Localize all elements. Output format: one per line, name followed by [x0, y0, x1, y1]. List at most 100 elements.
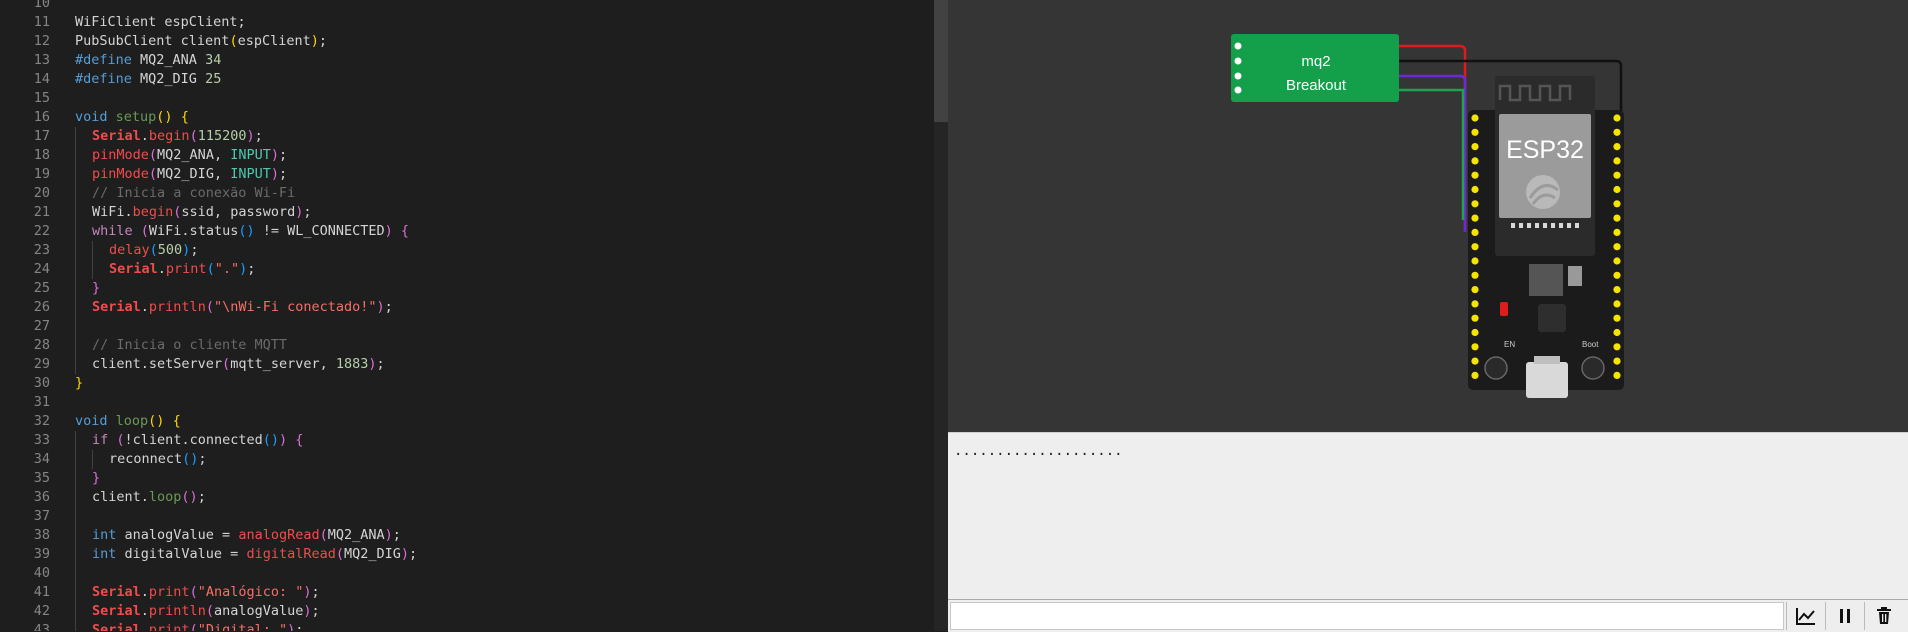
code-line[interactable]: 30}: [0, 374, 930, 393]
boot-button[interactable]: [1581, 356, 1605, 380]
code-line[interactable]: 26 Serial.println("\nWi-Fi conectado!");: [0, 298, 930, 317]
line-number: 14: [33, 71, 50, 87]
code-line[interactable]: 16 void setup() {: [0, 108, 930, 127]
en-button[interactable]: [1484, 356, 1508, 380]
code-token: delay: [109, 242, 150, 258]
code-line[interactable]: 22 while (WiFi.status() != WL_CONNECTED) …: [0, 222, 930, 241]
gpio-pin[interactable]: [1613, 128, 1621, 136]
gpio-pin[interactable]: [1471, 300, 1479, 308]
gpio-pin[interactable]: [1613, 171, 1621, 179]
code-line[interactable]: 20 // Inicia a conexão Wi-Fi: [0, 184, 930, 203]
code-line[interactable]: 19 pinMode(MQ2_DIG, INPUT);: [0, 165, 930, 184]
code-line[interactable]: 13 #define MQ2_ANA 34: [0, 51, 930, 70]
gpio-pin[interactable]: [1471, 357, 1479, 365]
gpio-pin[interactable]: [1613, 228, 1621, 236]
code-line[interactable]: 38 int analogValue = analogRead(MQ2_ANA);: [0, 526, 930, 545]
gpio-pin[interactable]: [1471, 257, 1479, 265]
code-text: delay(500);: [109, 241, 198, 260]
code-line[interactable]: 25}: [0, 279, 930, 298]
gpio-pin[interactable]: [1613, 328, 1621, 337]
gpio-pin[interactable]: [1613, 114, 1621, 122]
gpio-pin[interactable]: [1613, 357, 1621, 365]
gpio-pin[interactable]: [1613, 371, 1621, 379]
gpio-pin[interactable]: [1471, 271, 1479, 279]
gpio-pin[interactable]: [1613, 157, 1621, 165]
code-text: int digitalValue = digitalRead(MQ2_DIG);: [92, 545, 417, 564]
gpio-pin[interactable]: [1471, 171, 1479, 179]
code-line[interactable]: 28 // Inicia o cliente MQTT: [0, 336, 930, 355]
code-token: ;: [311, 584, 320, 600]
gpio-pin[interactable]: [1613, 214, 1621, 222]
gpio-pin[interactable]: [1471, 243, 1479, 251]
esp32-board[interactable]: ESP32 EN Boot: [1468, 76, 1624, 398]
simulation-canvas[interactable]: mq2 Breakout ESP32 EN Boot: [948, 0, 1908, 432]
code-line[interactable]: 34 reconnect();: [0, 450, 930, 469]
code-line[interactable]: 41 Serial.print("Analógico: ");: [0, 583, 930, 602]
gpio-pin[interactable]: [1613, 143, 1621, 151]
gpio-pin[interactable]: [1613, 257, 1621, 265]
clear-button[interactable]: [1864, 602, 1903, 630]
gpio-pin[interactable]: [1613, 314, 1621, 322]
gpio-pin[interactable]: [1471, 157, 1479, 165]
gpio-pin[interactable]: [1471, 371, 1479, 379]
code-line[interactable]: 14 #define MQ2_DIG 25: [0, 70, 930, 89]
code-token: PubSubClient client: [75, 33, 230, 49]
code-line[interactable]: 15: [0, 89, 930, 108]
code-line[interactable]: 23 delay(500);: [0, 241, 930, 260]
code-line[interactable]: 42 Serial.println(analogValue);: [0, 602, 930, 621]
code-token: (): [182, 451, 199, 467]
gpio-pin[interactable]: [1471, 228, 1479, 236]
gpio-pin[interactable]: [1471, 328, 1479, 337]
code-token: {: [400, 223, 410, 239]
code-text: // Inicia a conexão Wi-Fi: [92, 184, 295, 203]
code-line[interactable]: 40: [0, 564, 930, 583]
gpio-pin[interactable]: [1471, 114, 1479, 122]
code-line[interactable]: 10: [0, 0, 930, 13]
gpio-pin[interactable]: [1613, 300, 1621, 308]
code-token: }: [75, 375, 84, 391]
gpio-pin[interactable]: [1471, 128, 1479, 136]
code-line[interactable]: 36 client.loop();: [0, 488, 930, 507]
serial-input[interactable]: [950, 602, 1784, 630]
code-line[interactable]: 29 client.setServer(mqtt_server, 1883);: [0, 355, 930, 374]
code-line[interactable]: 32 void loop() {: [0, 412, 930, 431]
gpio-pin[interactable]: [1613, 271, 1621, 279]
code-line[interactable]: 39 int digitalValue = digitalRead(MQ2_DIG…: [0, 545, 930, 564]
gpio-pin[interactable]: [1613, 286, 1621, 294]
code-editor[interactable]: 10 11 WiFiClient espClient; 12 PubSubClient …: [0, 0, 933, 631]
code-line[interactable]: 24 Serial.print(".");: [0, 260, 930, 279]
gpio-pin[interactable]: [1471, 200, 1479, 208]
gpio-pin[interactable]: [1471, 143, 1479, 151]
code-line[interactable]: 17 Serial.begin(115200);: [0, 127, 930, 146]
gpio-pin[interactable]: [1613, 200, 1621, 208]
code-line[interactable]: 21 WiFi.begin(ssid, password);: [0, 203, 930, 222]
gpio-pin[interactable]: [1471, 343, 1479, 351]
gpio-pin[interactable]: [1471, 286, 1479, 294]
code-token: 500: [157, 242, 183, 258]
mq2-sensor[interactable]: mq2 Breakout: [1231, 34, 1399, 102]
line-number: 23: [33, 242, 50, 258]
code-line[interactable]: 11 WiFiClient espClient;: [0, 13, 930, 32]
code-token: .: [140, 622, 149, 631]
code-token: MQ2_DIG,: [157, 166, 231, 182]
editor-scrollbar-thumb[interactable]: [934, 0, 948, 122]
code-line[interactable]: 33 if (!client.connected()) {: [0, 431, 930, 450]
line-number: 42: [33, 603, 50, 619]
code-line[interactable]: 12 PubSubClient client(espClient);: [0, 32, 930, 51]
plot-button[interactable]: [1786, 602, 1825, 630]
code-token: (): [156, 109, 173, 125]
code-line[interactable]: 27: [0, 317, 930, 336]
gpio-pin[interactable]: [1471, 214, 1479, 222]
pause-button[interactable]: [1825, 602, 1864, 630]
gpio-pin[interactable]: [1471, 314, 1479, 322]
code-line[interactable]: 18 pinMode(MQ2_ANA, INPUT);: [0, 146, 930, 165]
gpio-pin[interactable]: [1613, 343, 1621, 351]
code-line[interactable]: 35}: [0, 469, 930, 488]
code-line[interactable]: 43 Serial.print("Digital: ");: [0, 621, 930, 631]
code-line[interactable]: 31: [0, 393, 930, 412]
code-line[interactable]: 37: [0, 507, 930, 526]
gpio-pin[interactable]: [1613, 185, 1621, 194]
gpio-pin[interactable]: [1613, 243, 1621, 251]
pause-icon: [1840, 609, 1850, 623]
gpio-pin[interactable]: [1471, 185, 1479, 194]
